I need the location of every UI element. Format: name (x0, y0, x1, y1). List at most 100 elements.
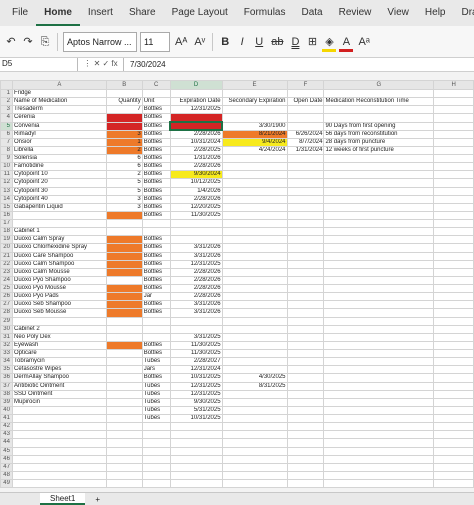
cell-a9[interactable]: Solensia (11, 153, 107, 164)
cell-f21[interactable] (286, 251, 325, 261)
cell-d27[interactable]: 3/31/2026 (169, 300, 223, 310)
cell-g26[interactable] (323, 292, 435, 302)
cell-h48[interactable] (433, 470, 474, 481)
cell-b31[interactable] (105, 332, 143, 342)
cell-a1[interactable]: Fridge (11, 88, 107, 99)
ribbon-tab-home[interactable]: Home (36, 0, 80, 26)
cell-a42[interactable] (11, 422, 107, 432)
cell-a14[interactable]: Cytopoint 40 (11, 194, 107, 204)
cell-b45[interactable] (105, 446, 143, 456)
cell-a48[interactable] (11, 470, 107, 481)
cell-h41[interactable] (433, 413, 474, 424)
cell-c44[interactable] (141, 438, 171, 448)
cell-f11[interactable] (286, 170, 325, 180)
row-header[interactable]: 5 (0, 121, 13, 131)
border-icon[interactable]: ⊞ (305, 32, 319, 52)
row-header[interactable]: 33 (0, 348, 13, 359)
cell-f46[interactable] (286, 454, 325, 464)
cell-e9[interactable] (221, 153, 288, 164)
cell-h26[interactable] (433, 292, 474, 302)
cell-b27[interactable] (105, 300, 143, 310)
cell-g32[interactable] (323, 340, 435, 351)
row-header[interactable]: 15 (0, 202, 13, 212)
column-header-g[interactable]: G (323, 80, 435, 90)
cell-a33[interactable]: Opticare (11, 348, 107, 359)
cell-d16[interactable]: 11/30/2025 (169, 210, 223, 221)
row-header[interactable]: 37 (0, 381, 13, 391)
cell-e49[interactable] (221, 478, 288, 489)
cell-g20[interactable] (323, 243, 435, 253)
cell-h5[interactable] (433, 121, 474, 131)
cell-h2[interactable] (433, 97, 474, 107)
cell-h22[interactable] (433, 259, 474, 269)
cell-f30[interactable] (286, 324, 325, 334)
cell-d46[interactable] (169, 454, 223, 464)
row-header[interactable]: 26 (0, 292, 13, 302)
row-header[interactable]: 16 (0, 210, 13, 221)
row-header[interactable]: 7 (0, 137, 13, 147)
cell-f12[interactable] (286, 178, 325, 188)
cell-h24[interactable] (433, 275, 474, 286)
cell-a24[interactable]: Duoxo Pyo Shampoo (11, 275, 107, 286)
cell-e4[interactable] (221, 113, 288, 123)
cell-c11[interactable]: Bottles (141, 170, 171, 180)
cell-e21[interactable] (221, 251, 288, 261)
cell-g48[interactable] (323, 470, 435, 481)
cell-a4[interactable]: Cerenia (11, 113, 107, 123)
cell-d10[interactable]: 2/28/2026 (169, 162, 223, 172)
cell-d34[interactable]: 2/28/2027 (169, 357, 223, 367)
cell-b39[interactable] (105, 397, 143, 407)
cell-g43[interactable] (323, 430, 435, 440)
cell-d24[interactable]: 2/28/2026 (169, 275, 223, 286)
row-header[interactable]: 10 (0, 162, 13, 172)
cell-g9[interactable] (323, 153, 435, 164)
cell-a17[interactable] (11, 218, 107, 229)
cell-c4[interactable]: Bottles (141, 113, 171, 123)
cell-a49[interactable] (11, 478, 107, 489)
cell-h39[interactable] (433, 397, 474, 407)
fill-color-icon[interactable]: ◈ (322, 32, 337, 52)
cell-c40[interactable]: Tubes (141, 405, 171, 416)
cell-d8[interactable]: 2/28/2025 (169, 145, 223, 156)
cell-d37[interactable]: 12/31/2025 (169, 381, 223, 391)
cell-d17[interactable] (169, 218, 223, 229)
cell-h8[interactable] (433, 145, 474, 156)
row-header[interactable]: 49 (0, 478, 13, 489)
cell-a23[interactable]: Duoxo Calm Mousse (11, 267, 107, 277)
row-header[interactable]: 6 (0, 129, 13, 139)
cell-g21[interactable] (323, 251, 435, 261)
cell-g7[interactable]: 28 days from puncture (323, 137, 435, 147)
cell-a26[interactable]: Duoxo Pyo Pads (11, 292, 107, 302)
cell-f25[interactable] (286, 283, 325, 294)
cell-h14[interactable] (433, 194, 474, 204)
cell-h16[interactable] (433, 210, 474, 221)
cell-a36[interactable]: DermAllay Shampoo (11, 373, 107, 383)
cell-b5[interactable] (105, 121, 143, 131)
cell-f32[interactable] (286, 340, 325, 351)
column-header-f[interactable]: F (286, 80, 325, 90)
cell-f36[interactable] (286, 373, 325, 383)
cell-d48[interactable] (169, 470, 223, 481)
cell-b14[interactable]: 3 (105, 194, 143, 204)
cell-b33[interactable] (105, 348, 143, 359)
cell-b24[interactable] (105, 275, 143, 286)
cell-d12[interactable]: 10/12/2025 (169, 178, 223, 188)
cell-a34[interactable]: Tobramycin (11, 357, 107, 367)
cell-b7[interactable]: 1 (105, 137, 143, 147)
cell-g16[interactable] (323, 210, 435, 221)
cell-g2[interactable]: Medication Reconstitution Time (323, 97, 435, 107)
cell-d38[interactable]: 12/31/2025 (169, 389, 223, 399)
cell-d39[interactable]: 9/30/2025 (169, 397, 223, 407)
cell-c3[interactable]: Bottles (141, 105, 171, 115)
cell-f13[interactable] (286, 186, 325, 196)
cell-b29[interactable] (105, 316, 143, 326)
cell-a15[interactable]: Gabapentin Liquid (11, 202, 107, 212)
cell-h45[interactable] (433, 446, 474, 456)
cell-g27[interactable] (323, 300, 435, 310)
cell-g30[interactable] (323, 324, 435, 334)
ribbon-tab-help[interactable]: Help (417, 0, 454, 26)
cell-a30[interactable]: Cabinet 2 (11, 324, 107, 334)
row-header[interactable]: 19 (0, 235, 13, 245)
cell-e30[interactable] (221, 324, 288, 334)
cell-g6[interactable]: 56 days from reconstitution (323, 129, 435, 139)
